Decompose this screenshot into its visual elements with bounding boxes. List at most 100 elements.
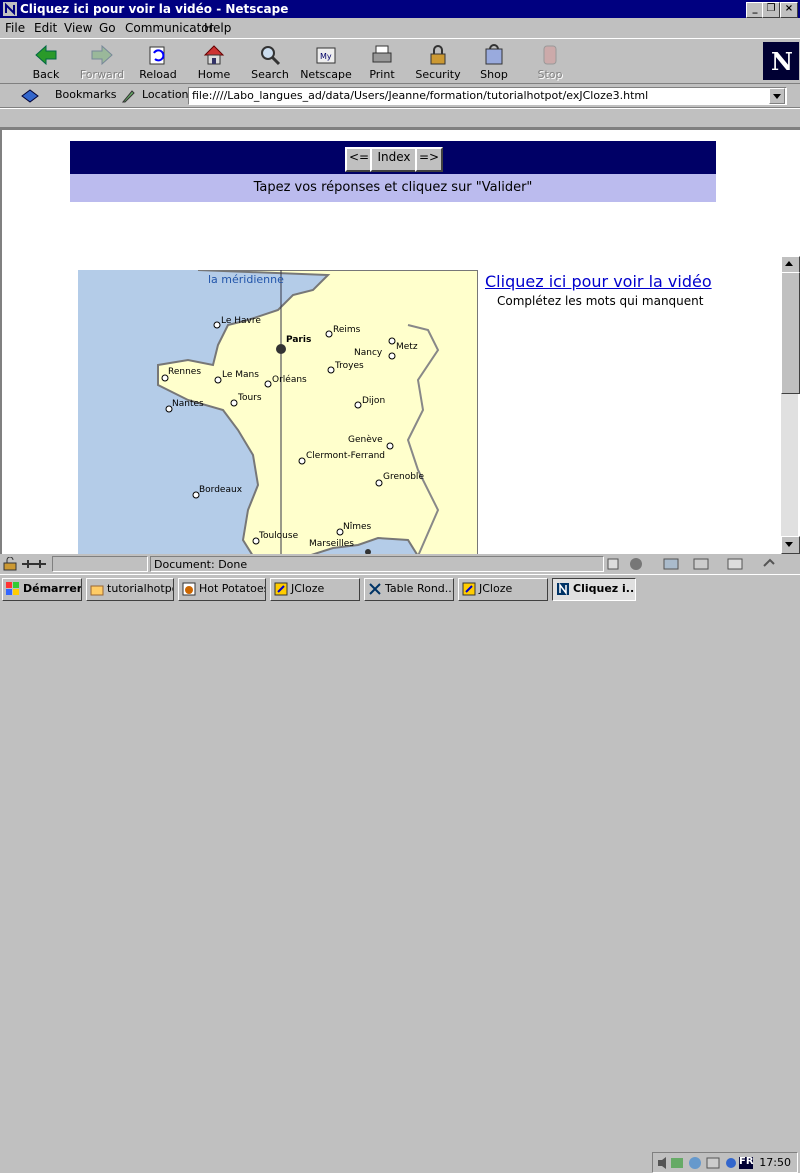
- back-arrow-icon: [35, 44, 57, 66]
- menu-help[interactable]: Help: [204, 21, 231, 35]
- status-text-box: Document: Done: [150, 556, 604, 572]
- scroll-down-button[interactable]: [781, 536, 800, 554]
- bookmarks-button[interactable]: Bookmarks: [55, 88, 116, 101]
- navigation-toolbar: Back Forward Reload Home Search My Netsc…: [0, 38, 800, 84]
- task-hot-potatoes[interactable]: Hot Potatoes: [178, 578, 266, 601]
- task-table-ronde[interactable]: Table Rond...: [364, 578, 454, 601]
- shop-button[interactable]: Shop: [466, 41, 522, 83]
- url-input[interactable]: file:////Labo_langues_ad/data/Users/Jean…: [188, 87, 787, 105]
- netscape-icon: My: [316, 47, 336, 64]
- next-button[interactable]: =>: [415, 147, 443, 172]
- task-jcloze[interactable]: JCloze: [270, 578, 360, 601]
- previous-button[interactable]: <=: [345, 147, 373, 172]
- print-button[interactable]: Print: [354, 41, 410, 83]
- map-city: Bordeaux: [199, 485, 243, 495]
- map-city: Metz: [396, 342, 418, 352]
- arrow-down-icon: [785, 542, 793, 547]
- netscape-window-icon: [557, 582, 569, 596]
- chevron-down-icon: [773, 94, 781, 99]
- map-city: Dijon: [362, 396, 385, 406]
- svg-text:My: My: [320, 52, 332, 61]
- meridian-label: la méridienne: [208, 273, 284, 286]
- task-netscape-active[interactable]: Cliquez i...: [552, 578, 636, 601]
- stop-button[interactable]: Stop: [522, 41, 578, 83]
- menu-communicator[interactable]: Communicator: [125, 21, 214, 35]
- home-icon: [203, 45, 225, 65]
- hot-potatoes-icon: [182, 582, 196, 596]
- stop-icon: [543, 45, 557, 65]
- start-button[interactable]: Démarrer: [2, 578, 82, 601]
- scroll-thumb[interactable]: [781, 272, 800, 394]
- table-ronde-icon: [369, 583, 381, 595]
- arrow-up-icon: [785, 261, 793, 266]
- netscape-logo[interactable]: N: [763, 42, 799, 80]
- map-city: Troyes: [334, 361, 364, 371]
- map-city: Tours: [237, 393, 262, 403]
- menu-edit[interactable]: Edit: [34, 21, 57, 35]
- menu-bar: File Edit View Go Communicator Help: [0, 18, 800, 38]
- windows-logo-icon: [6, 582, 19, 595]
- forward-arrow-icon: [91, 44, 113, 66]
- svg-text:N: N: [771, 47, 793, 76]
- map-city: Nantes: [172, 399, 204, 409]
- map-city: Le Mans: [222, 370, 259, 380]
- component-bar: [606, 556, 796, 572]
- netscape-window-icon: [3, 2, 17, 16]
- title-bar[interactable]: Cliquez ici pour voir la vidéo - Netscap…: [0, 0, 800, 18]
- menu-view[interactable]: View: [64, 21, 92, 35]
- map-city: Le Havre: [221, 316, 261, 326]
- back-button[interactable]: Back: [18, 41, 74, 83]
- map-city: Paris: [286, 335, 311, 345]
- netscape-button[interactable]: My Netscape: [298, 41, 354, 83]
- reload-icon: [149, 46, 165, 65]
- url-dropdown-button[interactable]: [769, 88, 785, 104]
- home-button[interactable]: Home: [186, 41, 242, 83]
- search-button[interactable]: Search: [242, 41, 298, 83]
- print-icon: [372, 45, 392, 63]
- location-label: Location:: [142, 88, 193, 101]
- index-button[interactable]: Index: [370, 147, 418, 172]
- france-map: la méridienne Le Havre Paris Reims Metz …: [78, 270, 478, 554]
- system-tray: FR 17:50: [652, 1152, 798, 1173]
- map-city: Grenoble: [383, 472, 424, 482]
- maximize-button[interactable]: ❐: [762, 2, 780, 18]
- lock-icon: [430, 45, 446, 65]
- vertical-scrollbar[interactable]: [781, 256, 800, 554]
- bookmarks-icon: [21, 89, 39, 103]
- map-city: Toulouse: [258, 531, 299, 541]
- map-city: Genève: [348, 434, 383, 445]
- netscape-n-icon: N: [763, 42, 799, 80]
- shop-icon: [485, 44, 503, 65]
- exercise-nav-bar: <= Index =>: [70, 141, 716, 174]
- close-button[interactable]: ×: [780, 2, 798, 18]
- map-city: Clermont-Ferrand: [306, 451, 385, 461]
- language-indicator[interactable]: FR: [739, 1156, 754, 1167]
- security-button[interactable]: Security: [410, 41, 466, 83]
- search-icon: [261, 46, 281, 66]
- page-content: <= Index => Tapez vos réponses et clique…: [0, 128, 800, 554]
- map-city: Reims: [333, 325, 361, 335]
- exercise-subtitle: Complétez les mots qui manquent: [497, 294, 704, 308]
- map-city: Rennes: [168, 367, 201, 377]
- map-city: Marseilles: [309, 539, 354, 549]
- instruction-banner: Tapez vos réponses et cliquez sur "Valid…: [70, 174, 716, 202]
- location-page-icon[interactable]: [120, 88, 136, 104]
- reload-button[interactable]: Reload: [130, 41, 186, 83]
- map-city: Nîmes: [343, 522, 372, 532]
- forward-button[interactable]: Forward: [74, 41, 130, 83]
- url-text: file:////Labo_langues_ad/data/Users/Jean…: [192, 89, 649, 102]
- task-tutorialhotpot[interactable]: tutorialhotpot: [86, 578, 174, 601]
- security-status-icon[interactable]: [2, 557, 18, 571]
- progress-bar: [52, 556, 148, 572]
- menu-file[interactable]: File: [5, 21, 25, 35]
- component-icons[interactable]: [606, 556, 796, 572]
- jcloze-icon: [462, 582, 476, 596]
- menu-go[interactable]: Go: [99, 21, 116, 35]
- personal-toolbar: [0, 108, 800, 128]
- video-link[interactable]: Cliquez ici pour voir la vidéo: [485, 272, 712, 291]
- jcloze-icon: [274, 582, 288, 596]
- task-jcloze-2[interactable]: JCloze: [458, 578, 548, 601]
- folder-icon: [90, 585, 104, 596]
- map-city: Orléans: [272, 374, 307, 385]
- clock[interactable]: 17:50: [759, 1156, 791, 1169]
